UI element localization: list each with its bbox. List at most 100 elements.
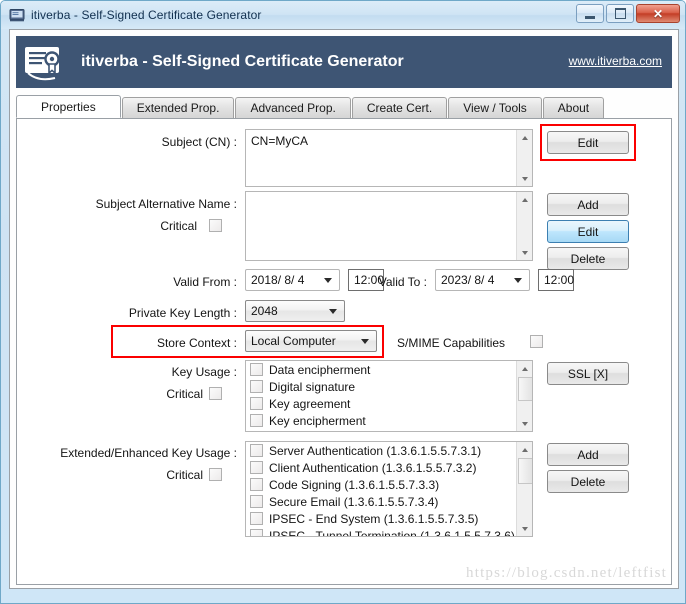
key-usage-critical-label: Critical: [117, 387, 203, 401]
smime-capabilities-checkbox[interactable]: [530, 335, 543, 348]
eku-add-button[interactable]: Add: [547, 443, 629, 466]
certificate-window-icon: [9, 7, 25, 23]
list-item[interactable]: Client Authentication (1.3.6.1.5.5.7.3.2…: [246, 459, 516, 476]
key-usage-scrollbar[interactable]: [516, 361, 532, 431]
san-edit-button[interactable]: Edit: [547, 220, 629, 243]
certificate-seal-icon: [21, 39, 67, 85]
tab-view-tools-label: View / Tools: [463, 101, 527, 115]
tab-advanced-prop[interactable]: Advanced Prop.: [235, 97, 350, 118]
subject-cn-label: Subject (CN) :: [77, 135, 237, 149]
scroll-up-icon[interactable]: [517, 130, 532, 145]
list-item[interactable]: Digital signature: [246, 378, 516, 395]
ssl-preset-button[interactable]: SSL [X]: [547, 362, 629, 385]
valid-to-time-field[interactable]: 12:00: [538, 269, 574, 291]
list-item[interactable]: IPSEC - End System (1.3.6.1.5.5.7.3.5): [246, 510, 516, 527]
eku-item-checkbox[interactable]: [250, 529, 263, 536]
key-usage-item-checkbox[interactable]: [250, 397, 263, 410]
tab-about-label: About: [558, 101, 589, 115]
scroll-down-icon[interactable]: [517, 416, 532, 431]
client-area: itiverba - Self-Signed Certificate Gener…: [9, 29, 679, 589]
list-item[interactable]: IPSEC - Tunnel Termination (1.3.6.1.5.5.…: [246, 527, 516, 536]
store-context-label: Store Context :: [117, 336, 237, 350]
extended-key-usage-scrollbar[interactable]: [516, 442, 532, 536]
scroll-up-icon[interactable]: [517, 442, 532, 457]
tab-advanced-prop-label: Advanced Prop.: [250, 101, 335, 115]
close-button[interactable]: ✕: [636, 4, 680, 23]
private-key-length-dropdown[interactable]: 2048: [245, 300, 345, 322]
key-usage-critical-checkbox[interactable]: [209, 387, 222, 400]
tab-about[interactable]: About: [543, 97, 604, 118]
tab-strip: Properties Extended Prop. Advanced Prop.…: [16, 95, 672, 118]
scroll-up-icon[interactable]: [517, 361, 532, 376]
subject-cn-textbox[interactable]: CN=MyCA: [245, 129, 533, 187]
tab-extended-prop[interactable]: Extended Prop.: [122, 97, 235, 118]
list-item-label: Code Signing (1.3.6.1.5.5.7.3.3): [269, 478, 439, 492]
website-link[interactable]: www.itiverba.com: [569, 54, 662, 68]
tab-extended-prop-label: Extended Prop.: [137, 101, 220, 115]
minimize-icon: [585, 13, 595, 19]
list-item[interactable]: Data encipherment: [246, 361, 516, 378]
watermark-text: https://blog.csdn.net/leftfist: [466, 565, 667, 582]
eku-item-checkbox[interactable]: [250, 444, 263, 457]
san-delete-button[interactable]: Delete: [547, 247, 629, 270]
key-usage-item-checkbox[interactable]: [250, 363, 263, 376]
list-item-label: IPSEC - Tunnel Termination (1.3.6.1.5.5.…: [269, 529, 515, 537]
eku-item-checkbox[interactable]: [250, 461, 263, 474]
subject-alt-name-textbox[interactable]: [245, 191, 533, 261]
brand-title: itiverba - Self-Signed Certificate Gener…: [81, 53, 404, 71]
minimize-button[interactable]: [576, 4, 604, 23]
list-item[interactable]: Key agreement: [246, 395, 516, 412]
valid-to-date-value: 2023/ 8/ 4: [436, 273, 494, 287]
ssl-preset-label: SSL [X]: [568, 367, 608, 381]
eku-item-checkbox[interactable]: [250, 495, 263, 508]
scroll-down-icon[interactable]: [517, 171, 532, 186]
store-context-dropdown[interactable]: Local Computer: [245, 330, 377, 352]
scroll-down-icon[interactable]: [517, 245, 532, 260]
scrollbar-thumb[interactable]: [518, 458, 533, 484]
tab-properties-label: Properties: [41, 100, 96, 114]
scroll-up-icon[interactable]: [517, 192, 532, 207]
window-controls: ✕: [576, 4, 680, 23]
eku-item-checkbox[interactable]: [250, 478, 263, 491]
scrollbar-thumb[interactable]: [518, 377, 533, 401]
valid-from-label: Valid From :: [127, 275, 237, 289]
list-item-label: Data encipherment: [269, 363, 370, 377]
extended-key-usage-items: Server Authentication (1.3.6.1.5.5.7.3.1…: [246, 442, 516, 536]
list-item[interactable]: Code Signing (1.3.6.1.5.5.7.3.3): [246, 476, 516, 493]
eku-critical-checkbox[interactable]: [209, 468, 222, 481]
eku-delete-button[interactable]: Delete: [547, 470, 629, 493]
key-usage-listbox[interactable]: Data encipherment Digital signature Key …: [245, 360, 533, 432]
maximize-button[interactable]: [606, 4, 634, 23]
list-item[interactable]: Secure Email (1.3.6.1.5.5.7.3.4): [246, 493, 516, 510]
subject-cn-edit-button[interactable]: Edit: [547, 131, 629, 154]
close-icon: ✕: [653, 8, 663, 20]
maximize-icon: [615, 8, 626, 19]
subject-cn-value: CN=MyCA: [246, 130, 532, 152]
eku-item-checkbox[interactable]: [250, 512, 263, 525]
smime-capabilities-label: S/MIME Capabilities: [397, 336, 537, 350]
store-context-value: Local Computer: [246, 334, 336, 348]
list-item[interactable]: Key encipherment: [246, 412, 516, 429]
valid-to-date-picker[interactable]: 2023/ 8/ 4: [435, 269, 530, 291]
scroll-down-icon[interactable]: [517, 521, 532, 536]
san-edit-label: Edit: [578, 225, 599, 239]
list-item[interactable]: Server Authentication (1.3.6.1.5.5.7.3.1…: [246, 442, 516, 459]
eku-delete-label: Delete: [571, 475, 606, 489]
key-usage-label: Key Usage :: [117, 365, 237, 379]
key-usage-item-checkbox[interactable]: [250, 380, 263, 393]
private-key-length-value: 2048: [246, 304, 278, 318]
window-title: itiverba - Self-Signed Certificate Gener…: [31, 8, 262, 22]
private-key-length-label: Private Key Length :: [97, 306, 237, 320]
list-item-label: Server Authentication (1.3.6.1.5.5.7.3.1…: [269, 444, 481, 458]
chevron-down-icon: [361, 339, 369, 344]
tab-view-tools[interactable]: View / Tools: [448, 97, 542, 118]
extended-key-usage-listbox[interactable]: Server Authentication (1.3.6.1.5.5.7.3.1…: [245, 441, 533, 537]
tab-create-cert-label: Create Cert.: [367, 101, 432, 115]
tab-create-cert[interactable]: Create Cert.: [352, 97, 447, 118]
tab-properties[interactable]: Properties: [16, 95, 121, 118]
subject-alt-name-scrollbar[interactable]: [516, 192, 532, 260]
san-critical-checkbox[interactable]: [209, 219, 222, 232]
subject-cn-scrollbar[interactable]: [516, 130, 532, 186]
san-add-button[interactable]: Add: [547, 193, 629, 216]
key-usage-item-checkbox[interactable]: [250, 414, 263, 427]
